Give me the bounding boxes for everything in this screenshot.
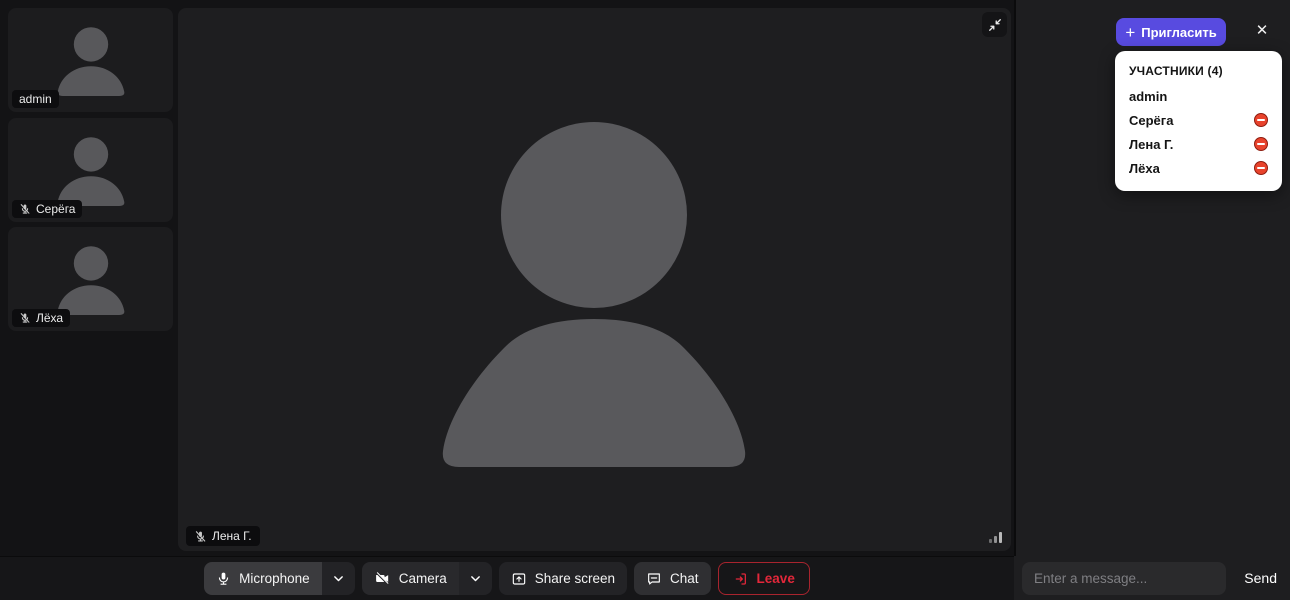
camera-button[interactable]: Camera xyxy=(361,562,459,595)
connection-quality-icon xyxy=(989,532,1002,543)
microphone-label: Microphone xyxy=(239,571,310,586)
send-button[interactable]: Send xyxy=(1244,570,1277,586)
mic-off-icon xyxy=(20,204,30,214)
microphone-icon xyxy=(219,572,229,585)
leave-icon xyxy=(735,572,746,585)
mic-off-icon xyxy=(20,313,30,323)
leave-button[interactable]: Leave xyxy=(717,562,810,595)
participants-header: УЧАСТНИКИ (4) xyxy=(1129,64,1223,78)
close-icon: ✕ xyxy=(1255,22,1269,39)
participants-popup: УЧАСТНИКИ (4) admin Серёга Лена Г. Лёха xyxy=(1115,51,1282,191)
participant-name: Лена Г. xyxy=(1129,136,1174,152)
participant-name: Серёга xyxy=(1129,112,1174,128)
avatar xyxy=(41,243,141,315)
microphone-control: Microphone xyxy=(204,562,355,595)
leave-label: Leave xyxy=(756,571,795,586)
microphone-options-button[interactable] xyxy=(321,562,355,595)
participant-tile-serega[interactable]: Серёга xyxy=(8,118,173,222)
collapse-icon xyxy=(988,18,1001,31)
speaker-avatar xyxy=(429,115,759,470)
participant-row: Серёга xyxy=(1129,112,1268,128)
camera-off-icon xyxy=(375,572,389,585)
plus-icon: + xyxy=(1125,22,1136,42)
microphone-button[interactable]: Microphone xyxy=(204,562,322,595)
participant-row: Лёха xyxy=(1129,160,1268,176)
tile-name-label: Лёха xyxy=(36,311,64,325)
camera-control: Camera xyxy=(361,562,492,595)
chat-button[interactable]: Chat xyxy=(634,562,711,595)
participant-row: Лена Г. xyxy=(1129,136,1268,152)
chevron-down-icon xyxy=(333,576,343,582)
camera-label: Camera xyxy=(398,571,447,586)
share-screen-button[interactable]: Share screen xyxy=(498,562,628,595)
speaker-name-label: Лена Г. xyxy=(212,529,252,543)
participant-name: admin xyxy=(1129,88,1168,104)
tile-name-badge: Лёха xyxy=(12,309,71,327)
tile-name-badge: admin xyxy=(12,90,59,108)
participant-name: Лёха xyxy=(1129,160,1160,176)
share-screen-icon xyxy=(512,572,525,585)
speaker-name-badge: Лена Г. xyxy=(186,526,260,546)
tile-name-label: Серёга xyxy=(36,202,76,216)
side-panel: + Пригласить ✕ УЧАСТНИКИ (4) admin Серёг… xyxy=(1014,0,1290,600)
close-panel-button[interactable]: ✕ xyxy=(1251,19,1273,41)
remove-participant-icon[interactable] xyxy=(1254,113,1268,127)
avatar xyxy=(41,134,141,206)
chat-icon xyxy=(648,572,660,585)
invite-button-label: Пригласить xyxy=(1141,24,1217,40)
tile-name-label: admin xyxy=(19,92,52,106)
main-video-stage: Лена Г. xyxy=(178,8,1011,551)
remove-participant-icon[interactable] xyxy=(1254,161,1268,175)
collapse-view-button[interactable] xyxy=(982,12,1007,37)
participant-row: admin xyxy=(1129,88,1268,104)
invite-button[interactable]: + Пригласить xyxy=(1116,18,1226,46)
video-call-app: admin Серёга Лёха Лена Г. Microphone Cam… xyxy=(0,0,1290,600)
mic-off-icon xyxy=(195,530,206,542)
chat-message-input[interactable] xyxy=(1022,561,1226,595)
tile-name-badge: Серёга xyxy=(12,200,83,218)
avatar xyxy=(41,24,141,96)
chat-label: Chat xyxy=(670,571,699,586)
participant-tile-admin[interactable]: admin xyxy=(8,8,173,112)
call-controls-toolbar: Microphone Camera Share screen Chat Leav… xyxy=(0,556,1014,600)
camera-options-button[interactable] xyxy=(458,562,492,595)
remove-participant-icon[interactable] xyxy=(1254,137,1268,151)
chevron-down-icon xyxy=(470,576,480,582)
participant-tile-lyoha[interactable]: Лёха xyxy=(8,227,173,331)
chat-input-row: Send xyxy=(1014,556,1290,600)
share-screen-label: Share screen xyxy=(534,571,616,586)
